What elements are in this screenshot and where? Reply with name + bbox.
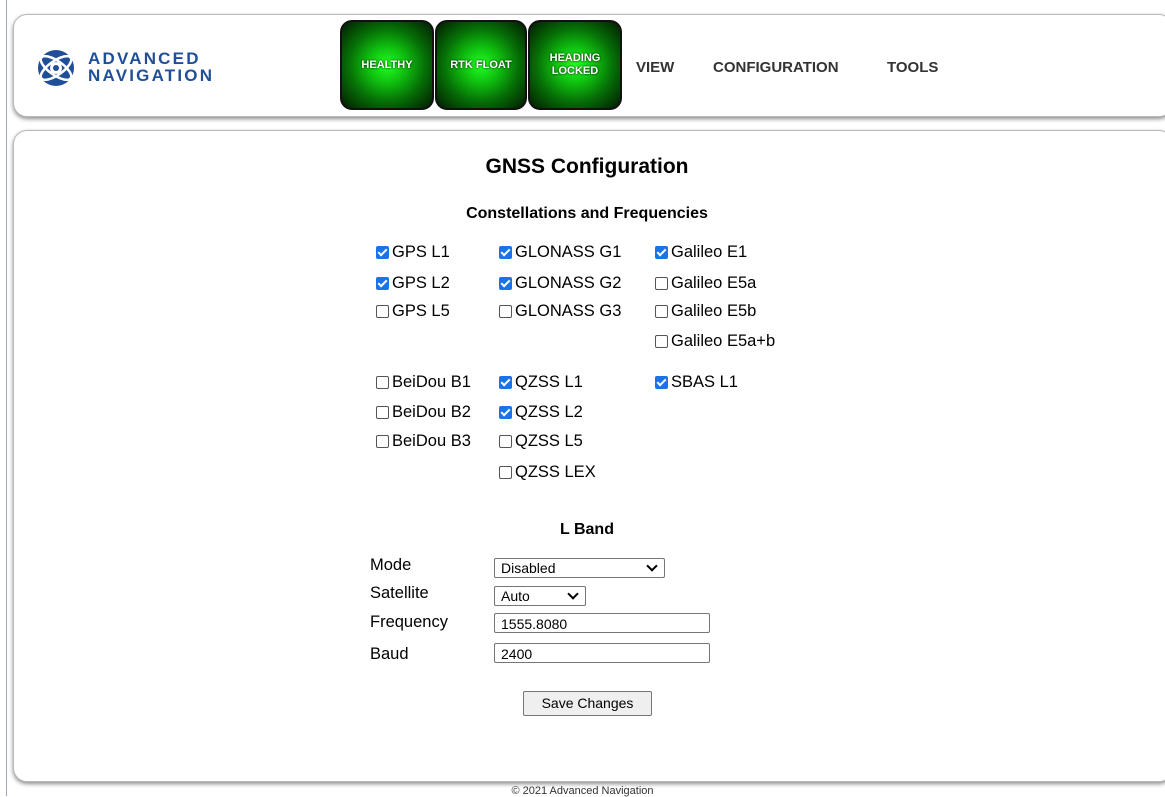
mode-select[interactable]: Disabled: [494, 558, 665, 578]
constellations-title: Constellations and Frequencies: [466, 205, 708, 222]
satellite-select[interactable]: Auto: [494, 586, 586, 606]
status-healthy-indicator[interactable]: HEALTHY: [340, 20, 434, 110]
brand-line-1: ADVANCED: [88, 49, 201, 68]
status-rtk-label: RTK FLOAT: [450, 58, 512, 71]
checkbox-sbas-l1[interactable]: SBAS L1: [655, 372, 738, 392]
chevron-down-icon: [567, 588, 579, 600]
checkbox-box[interactable]: [499, 405, 512, 419]
checkbox-label: Galileo E1: [671, 243, 748, 261]
checkbox-box[interactable]: [655, 304, 668, 318]
checkbox-box[interactable]: [655, 334, 668, 348]
advanced-navigation-logo-icon: [38, 50, 74, 86]
checkbox-label: SBAS L1: [671, 373, 738, 391]
checkbox-label: QZSS L1: [515, 373, 583, 391]
checkbox-label: BeiDou B2: [392, 403, 471, 421]
checkbox-box[interactable]: [499, 434, 512, 448]
baud-input[interactable]: 2400: [494, 643, 710, 663]
checkbox-label: GLONASS G3: [515, 302, 622, 320]
status-rtk-indicator[interactable]: RTK FLOAT: [435, 20, 527, 110]
checkbox-qzss-l2[interactable]: QZSS L2: [499, 402, 583, 422]
checkbox-box[interactable]: [376, 245, 389, 259]
checkbox-box[interactable]: [376, 304, 389, 318]
checkbox-label: GLONASS G2: [515, 274, 622, 292]
page-title: GNSS Configuration: [485, 155, 689, 178]
brand-line-2: NAVIGATION: [88, 66, 215, 85]
checkbox-label: BeiDou B1: [392, 373, 471, 391]
checkbox-gps-l1[interactable]: GPS L1: [376, 242, 450, 262]
checkbox-box[interactable]: [499, 245, 512, 259]
status-heading-indicator[interactable]: HEADING LOCKED: [528, 20, 622, 110]
mode-select-value: Disabled: [501, 560, 556, 576]
checkbox-beidou-b3[interactable]: BeiDou B3: [376, 431, 471, 451]
checkbox-label: BeiDou B3: [392, 432, 471, 450]
checkbox-glonass-g3[interactable]: GLONASS G3: [499, 301, 621, 321]
checkbox-beidou-b2[interactable]: BeiDou B2: [376, 402, 471, 422]
checkbox-box[interactable]: [655, 276, 668, 290]
chevron-down-icon: [646, 560, 658, 572]
checkbox-label: Galileo E5a: [671, 274, 757, 292]
checkbox-gps-l2[interactable]: GPS L2: [376, 273, 450, 293]
checkbox-box[interactable]: [499, 375, 512, 389]
checkbox-label: GPS L1: [392, 243, 450, 261]
frequency-input[interactable]: 1555.8080: [494, 613, 710, 633]
checkbox-galileo-e1[interactable]: Galileo E1: [655, 242, 747, 262]
checkbox-box[interactable]: [376, 434, 389, 448]
checkbox-beidou-b1[interactable]: BeiDou B1: [376, 372, 471, 392]
checkbox-glonass-g1[interactable]: GLONASS G1: [499, 242, 621, 262]
status-heading-line-2: LOCKED: [551, 65, 599, 77]
checkbox-label: Galileo E5b: [671, 302, 757, 320]
frequency-label: Frequency: [370, 613, 448, 631]
checkbox-label: QZSS L2: [515, 403, 583, 421]
checkbox-box[interactable]: [499, 465, 512, 479]
lband-title: L Band: [560, 521, 614, 538]
footer-copyright: © 2021 Advanced Navigation: [511, 785, 654, 797]
checkbox-glonass-g2[interactable]: GLONASS G2: [499, 273, 621, 293]
checkbox-qzss-l5[interactable]: QZSS L5: [499, 431, 583, 451]
top-header: ADVANCED NAVIGATION HEALTHY RTK FLOAT HE…: [13, 14, 1165, 117]
checkbox-box[interactable]: [655, 375, 668, 389]
checkbox-box[interactable]: [499, 304, 512, 318]
status-heading-label: HEADING LOCKED: [550, 52, 601, 78]
status-heading-line-1: HEADING: [549, 52, 601, 64]
status-healthy-label: HEALTHY: [361, 58, 413, 71]
checkbox-box[interactable]: [376, 375, 389, 389]
brand-name: ADVANCED NAVIGATION: [88, 50, 214, 84]
baud-label: Baud: [370, 645, 409, 663]
checkbox-label: QZSS LEX: [515, 463, 596, 481]
checkbox-gps-l5[interactable]: GPS L5: [376, 301, 450, 321]
checkbox-box[interactable]: [376, 405, 389, 419]
checkbox-box[interactable]: [376, 276, 389, 290]
checkbox-qzss-l1[interactable]: QZSS L1: [499, 372, 583, 392]
checkbox-label: QZSS L5: [515, 432, 583, 450]
satellite-label: Satellite: [370, 584, 429, 602]
checkbox-box[interactable]: [499, 276, 512, 290]
checkbox-label: Galileo E5a+b: [671, 332, 776, 350]
satellite-select-value: Auto: [501, 588, 530, 604]
checkbox-box[interactable]: [655, 245, 668, 259]
checkbox-galileo-e5a[interactable]: Galileo E5a: [655, 273, 756, 293]
main-panel: GNSS Configuration Constellations and Fr…: [13, 130, 1165, 782]
checkbox-galileo-e5b[interactable]: Galileo E5b: [655, 301, 756, 321]
checkbox-galileo-e5ab[interactable]: Galileo E5a+b: [655, 331, 775, 351]
checkbox-label: GLONASS G1: [515, 243, 622, 261]
window-edge: [6, 0, 7, 796]
nav-view[interactable]: VIEW: [636, 59, 674, 76]
checkbox-label: GPS L5: [392, 302, 450, 320]
nav-tools[interactable]: TOOLS: [887, 59, 938, 76]
checkbox-label: GPS L2: [392, 274, 450, 292]
nav-configuration[interactable]: CONFIGURATION: [713, 59, 839, 76]
mode-label: Mode: [370, 556, 412, 574]
save-changes-button[interactable]: Save Changes: [523, 691, 652, 716]
checkbox-qzss-lex[interactable]: QZSS LEX: [499, 462, 596, 482]
